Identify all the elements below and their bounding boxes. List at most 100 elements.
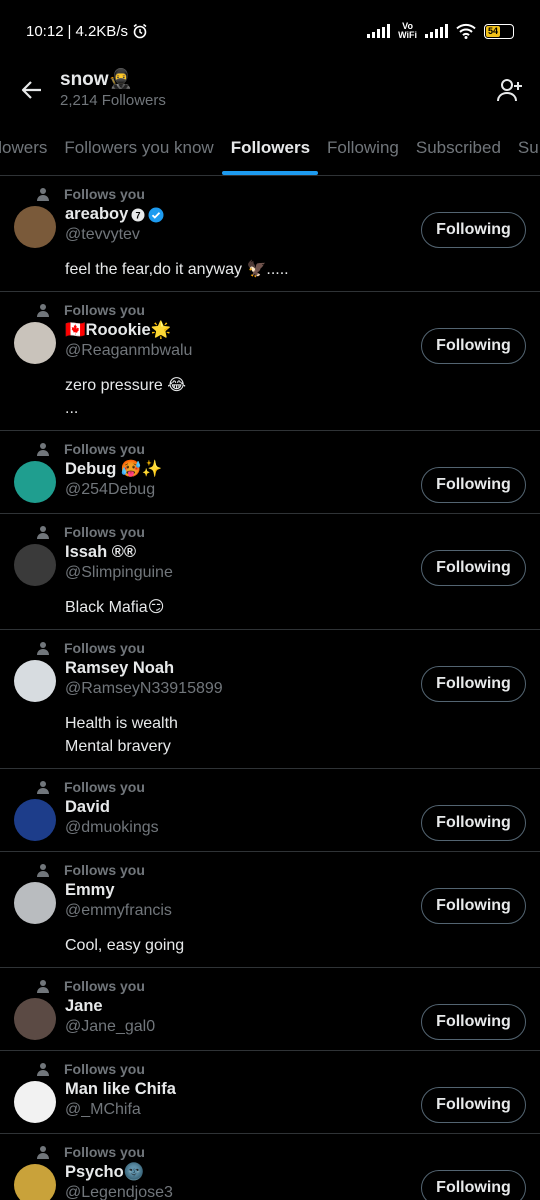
- person-icon: [37, 980, 49, 993]
- status-speed: 4.2KB/s: [75, 22, 128, 40]
- title-block: snow🥷 2,214 Followers: [60, 69, 166, 111]
- battery-level: 54: [486, 25, 501, 37]
- follows-you-label: Follows you: [64, 186, 145, 202]
- following-button[interactable]: Following: [421, 666, 526, 702]
- tab-following[interactable]: Following: [319, 120, 408, 175]
- back-button[interactable]: [20, 78, 44, 102]
- vowifi-bottom: WiFi: [398, 30, 417, 40]
- list-item[interactable]: Follows you areaboy 7 @tevvytev Following fee…: [0, 176, 540, 292]
- user-bio: Black Mafia😏: [65, 599, 165, 616]
- list-item[interactable]: Follows you David @dmuokings Following: [0, 769, 540, 852]
- follows-you-line: Follows you: [14, 441, 526, 457]
- wifi-icon: [456, 23, 476, 39]
- follows-you-label: Follows you: [64, 302, 145, 318]
- person-icon: [37, 304, 49, 317]
- affiliate-badge-icon: 7: [131, 208, 145, 221]
- follows-you-line: Follows you: [14, 302, 526, 318]
- user-bio: zero pressure 😂 ...: [65, 377, 186, 417]
- page-title: snow🥷: [60, 69, 133, 90]
- user-bio: Health is wealth Mental bravery: [65, 715, 178, 755]
- avatar[interactable]: [14, 799, 56, 841]
- follows-you-line: Follows you: [14, 640, 526, 656]
- following-button[interactable]: Following: [421, 1087, 526, 1123]
- tab-followers-you-know[interactable]: Followers you know: [56, 120, 222, 175]
- tab-verified-followers[interactable]: llowers: [0, 120, 56, 175]
- user-bio: Cool, easy going: [65, 937, 185, 954]
- following-button[interactable]: Following: [421, 467, 526, 503]
- alarm-icon: [133, 23, 147, 39]
- tab-subscribed[interactable]: Subscribed: [407, 120, 509, 175]
- tab-bar: llowers Followers you know Followers Fol…: [0, 120, 540, 176]
- list-item[interactable]: Follows you Jane @Jane_gal0 Following: [0, 968, 540, 1051]
- person-icon: [37, 1146, 49, 1159]
- user-name: areaboy: [65, 205, 129, 223]
- following-button[interactable]: Following: [421, 212, 526, 248]
- list-item[interactable]: Follows you Issah ®® @Slimpinguine Followin…: [0, 514, 540, 630]
- follows-you-label: Follows you: [64, 862, 145, 878]
- user-name: Jane: [65, 997, 103, 1015]
- list-item[interactable]: Follows you Debug 🥵✨ @254Debug Following: [0, 431, 540, 514]
- user-name: David: [65, 798, 110, 816]
- avatar[interactable]: [14, 206, 56, 248]
- tab-followers[interactable]: Followers: [222, 120, 318, 175]
- verified-badge-icon: [148, 207, 164, 222]
- vowifi-label: Vo WiFi: [398, 22, 417, 40]
- user-name: Ramsey Noah: [65, 659, 175, 677]
- tab-subscriptions[interactable]: Su: [509, 120, 540, 175]
- avatar[interactable]: [14, 1164, 56, 1200]
- following-button[interactable]: Following: [421, 550, 526, 586]
- page-header: snow🥷 2,214 Followers: [0, 62, 540, 118]
- avatar[interactable]: [14, 1081, 56, 1123]
- list-item[interactable]: Follows you 🇨🇦Roookie🌟 @Reaganmbwalu Follow…: [0, 292, 540, 431]
- list-item[interactable]: Follows you Psycho🌚 @Legendjose3 Following: [0, 1134, 540, 1200]
- status-right: Vo WiFi 54: [367, 22, 514, 40]
- person-icon: [37, 188, 49, 201]
- following-button[interactable]: Following: [421, 805, 526, 841]
- status-separator: |: [67, 22, 72, 40]
- person-icon: [37, 443, 49, 456]
- avatar[interactable]: [14, 998, 56, 1040]
- followers-list: Follows you areaboy 7 @tevvytev Following fee…: [0, 176, 540, 1200]
- add-user-button[interactable]: [496, 76, 524, 104]
- user-name: Debug 🥵✨: [65, 460, 163, 478]
- status-bar: 10:12 | 4.2KB/s Vo WiFi 54: [0, 0, 540, 62]
- avatar[interactable]: [14, 461, 56, 503]
- follows-you-label: Follows you: [64, 1061, 145, 1077]
- following-button[interactable]: Following: [421, 1004, 526, 1040]
- avatar[interactable]: [14, 544, 56, 586]
- follows-you-label: Follows you: [64, 524, 145, 540]
- avatar[interactable]: [14, 660, 56, 702]
- svg-text:7: 7: [136, 210, 141, 220]
- add-user-icon: [497, 79, 522, 102]
- avatar[interactable]: [14, 882, 56, 924]
- person-icon: [37, 642, 49, 655]
- following-button[interactable]: Following: [421, 328, 526, 364]
- follows-you-line: Follows you: [14, 1144, 526, 1160]
- follows-you-label: Follows you: [64, 978, 145, 994]
- battery-icon: 54: [484, 23, 514, 39]
- signal-icon-2: [425, 24, 448, 38]
- avatar[interactable]: [14, 322, 56, 364]
- follows-you-line: Follows you: [14, 524, 526, 540]
- follows-you-line: Follows you: [14, 978, 526, 994]
- user-name: Man like Chifa: [65, 1080, 176, 1098]
- signal-icon-1: [367, 24, 391, 38]
- following-button[interactable]: Following: [421, 1170, 526, 1200]
- person-icon: [37, 1063, 49, 1076]
- list-item[interactable]: Follows you Man like Chifa @_MChifa Followi…: [0, 1051, 540, 1134]
- following-button[interactable]: Following: [421, 888, 526, 924]
- person-icon: [37, 781, 49, 794]
- user-name: Psycho🌚: [65, 1163, 145, 1181]
- follows-you-label: Follows you: [64, 779, 145, 795]
- user-bio: feel the fear,do it anyway 🦅.....: [65, 261, 289, 278]
- status-left: 10:12 | 4.2KB/s: [26, 23, 148, 40]
- follows-you-line: Follows you: [14, 1061, 526, 1077]
- list-item[interactable]: Follows you Emmy @emmyfrancis Following Cool…: [0, 852, 540, 968]
- follower-count: 2,214 Followers: [60, 92, 166, 109]
- person-icon: [37, 864, 49, 877]
- follows-you-label: Follows you: [64, 441, 145, 457]
- follows-you-label: Follows you: [64, 640, 145, 656]
- user-name: Emmy: [65, 881, 115, 899]
- list-item[interactable]: Follows you Ramsey Noah @RamseyN33915899 Fo…: [0, 630, 540, 769]
- user-name: 🇨🇦Roookie🌟: [65, 321, 172, 339]
